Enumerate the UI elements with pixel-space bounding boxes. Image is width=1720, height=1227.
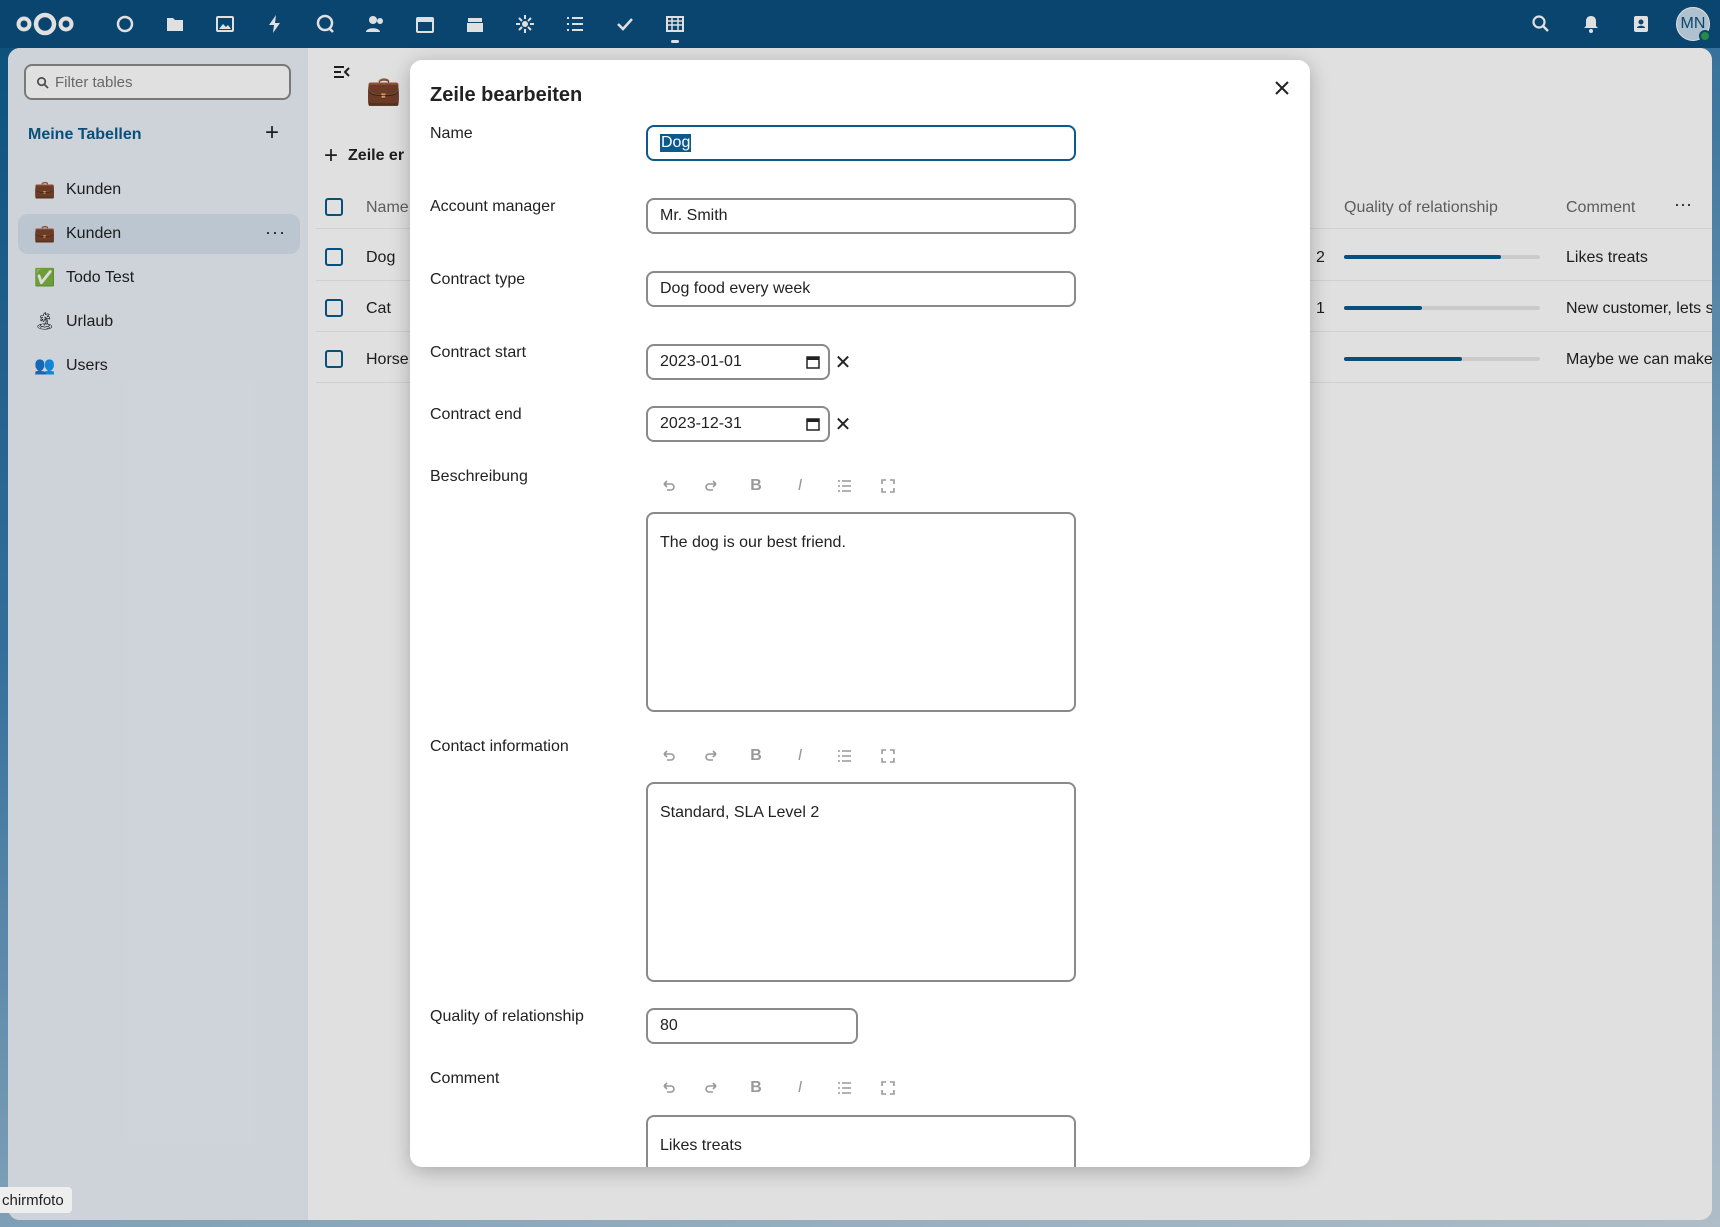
contact-editor[interactable]: Standard, SLA Level 2	[646, 782, 1076, 982]
description-toolbar: B I	[646, 472, 910, 500]
contract-end-value: 2023-12-31	[660, 415, 742, 432]
bold-icon[interactable]: B	[734, 742, 778, 770]
fullscreen-icon[interactable]	[866, 742, 910, 770]
bullet-list-icon[interactable]	[822, 472, 866, 500]
bullet-list-icon[interactable]	[822, 1074, 866, 1102]
comment-editor[interactable]: Likes treats	[646, 1115, 1076, 1167]
contract-start-value: 2023-01-01	[660, 353, 742, 370]
bullet-list-icon[interactable]	[822, 742, 866, 770]
redo-icon[interactable]	[690, 742, 734, 770]
field-label-contact: Contact information	[430, 738, 569, 755]
contact-text: Standard, SLA Level 2	[660, 804, 820, 821]
contact-toolbar: B I	[646, 742, 910, 770]
edit-row-dialog: Zeile bearbeiten Name Dog Account manage…	[410, 60, 1310, 1167]
field-label-contract-end: Contract end	[430, 406, 522, 423]
name-input-value: Dog	[660, 134, 692, 152]
undo-icon[interactable]	[646, 1074, 690, 1102]
account-manager-value: Mr. Smith	[660, 207, 728, 224]
italic-icon[interactable]: I	[778, 1074, 822, 1102]
italic-icon[interactable]: I	[778, 472, 822, 500]
fullscreen-icon[interactable]	[866, 1074, 910, 1102]
comment-text: Likes treats	[660, 1137, 742, 1154]
description-editor[interactable]: The dog is our best friend.	[646, 512, 1076, 712]
field-label-contract-type: Contract type	[430, 271, 526, 288]
undo-icon[interactable]	[646, 742, 690, 770]
calendar-icon[interactable]	[806, 355, 820, 369]
close-icon	[1275, 81, 1289, 95]
tooltip: chirmfoto	[0, 1187, 72, 1213]
undo-icon[interactable]	[646, 472, 690, 500]
contract-end-date-input[interactable]: 2023-12-31	[646, 406, 830, 442]
account-manager-input[interactable]: Mr. Smith	[646, 198, 1076, 234]
contract-type-value: Dog food every week	[660, 280, 811, 297]
name-input[interactable]: Dog	[646, 125, 1076, 161]
field-label-contract-start: Contract start	[430, 344, 527, 361]
field-label-comment: Comment	[430, 1070, 500, 1087]
bold-icon[interactable]: B	[734, 472, 778, 500]
field-label-description: Beschreibung	[430, 468, 528, 485]
bold-icon[interactable]: B	[734, 1074, 778, 1102]
close-button[interactable]	[1268, 74, 1296, 102]
field-label-name: Name	[430, 125, 473, 142]
contract-type-input[interactable]: Dog food every week	[646, 271, 1076, 307]
comment-toolbar: B I	[646, 1074, 910, 1102]
field-label-account-manager: Account manager	[430, 198, 556, 215]
dialog-title: Zeile bearbeiten	[430, 84, 583, 106]
clear-contract-start-icon[interactable]: ✕	[833, 350, 853, 375]
description-text: The dog is our best friend.	[660, 534, 846, 551]
clear-contract-end-icon[interactable]: ✕	[833, 412, 853, 437]
field-label-quality: Quality of relationship	[430, 1008, 584, 1025]
calendar-icon[interactable]	[806, 417, 820, 431]
fullscreen-icon[interactable]	[866, 472, 910, 500]
contract-start-date-input[interactable]: 2023-01-01	[646, 344, 830, 380]
redo-icon[interactable]	[690, 472, 734, 500]
italic-icon[interactable]: I	[778, 742, 822, 770]
quality-input[interactable]: 80	[646, 1008, 858, 1044]
redo-icon[interactable]	[690, 1074, 734, 1102]
quality-value: 80	[660, 1017, 678, 1034]
